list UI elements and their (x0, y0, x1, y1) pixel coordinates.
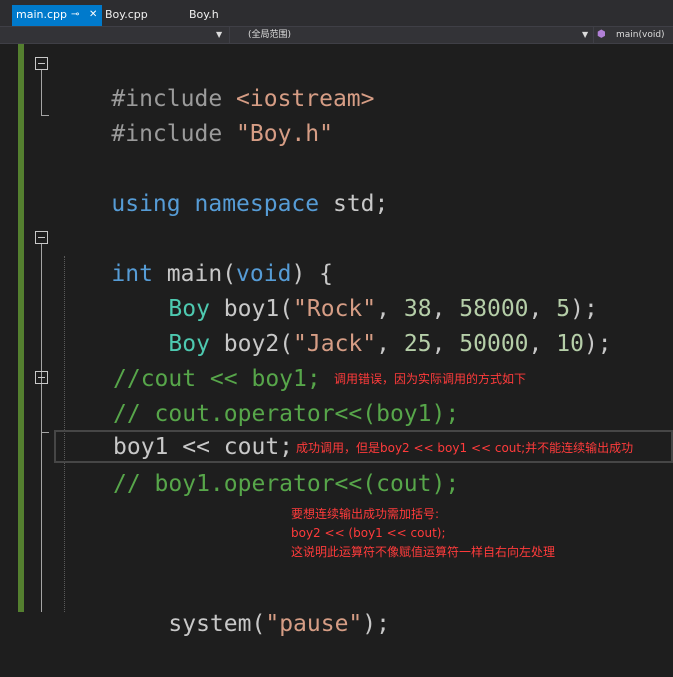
member-label: main(void) (616, 30, 665, 40)
code-line-comment-boy1-operator: // boy1.operator<<(cout); (113, 471, 460, 497)
tab-label: main.cpp (16, 8, 67, 21)
type-name: Boy (168, 331, 210, 357)
tab-main-cpp[interactable]: main.cpp ⊸ ✕ (12, 5, 102, 26)
annotation-example: boy2 << (boy1 << cout); (291, 526, 446, 540)
string-literal: "Jack" (293, 331, 377, 357)
code-line-system-pause: system("pause"); (113, 572, 390, 637)
fold-line (41, 244, 42, 612)
identifier: std; (332, 191, 389, 217)
keyword: namespace (194, 191, 320, 217)
punctuation: , (376, 331, 390, 357)
punctuation: ( (251, 611, 266, 637)
fold-toggle-icon[interactable] (35, 371, 48, 384)
punctuation: ( (279, 331, 294, 357)
fold-toggle-icon[interactable] (35, 57, 48, 70)
tab-boy-h[interactable]: Boy.h (189, 5, 249, 26)
punctuation: , (528, 331, 543, 357)
code-editor[interactable]: #include <iostream> #include "Boy.h" usi… (0, 44, 673, 637)
code-line-comment-cout: //cout << boy1; (113, 366, 321, 392)
tab-label: Boy.h (189, 8, 219, 21)
code-line-main: int main(void) { (56, 222, 333, 287)
tab-label: Boy.cpp (105, 8, 148, 21)
scope-label: (全局范围) (248, 30, 292, 40)
code-line-using: using namespace std; (56, 152, 388, 217)
change-indicator-bar (18, 44, 24, 612)
number-literal: 25 (403, 331, 432, 357)
annotation-associativity: 这说明此运算符不像赋值运算符一样自右向左处理 (291, 545, 556, 559)
tab-bar: main.cpp ⊸ ✕ Boy.cpp Boy.h (0, 0, 673, 26)
number-literal: 50000 (459, 331, 529, 357)
code-line-boy1: Boy boy1("Rock", 38, 58000, 5); (113, 257, 597, 322)
keyword: using (111, 191, 181, 217)
fold-line (41, 70, 42, 115)
close-icon[interactable]: ✕ (89, 5, 97, 25)
navigation-bar: ▼ (全局范围) ▼ ⬢ main(void) (0, 26, 673, 44)
chevron-down-icon: ▼ (216, 30, 223, 39)
annotation-call-error: 调用错误，因为实际调用的方式如下 (334, 372, 527, 386)
fold-line-end (41, 432, 49, 433)
code-line-include-iostream: #include <iostream> (56, 47, 374, 112)
annotation-parentheses: 要想连续输出成功需加括号: (291, 507, 440, 521)
code-line-include-boy: #include "Boy.h" (56, 82, 333, 147)
scope-dropdown[interactable]: (全局范围) ▼ (229, 27, 593, 43)
fold-toggle-icon[interactable] (35, 231, 48, 244)
tab-boy-cpp[interactable]: Boy.cpp (105, 5, 175, 26)
preprocessor-directive: #include (111, 121, 223, 147)
string-literal: "pause" (265, 611, 363, 637)
include-header: "Boy.h" (236, 121, 333, 147)
code-line-boy1-cout: boy1 << cout; (113, 434, 294, 460)
code-line-boy2: Boy boy2("Jack", 25, 50000, 10); (113, 292, 611, 357)
member-dropdown[interactable]: ⬢ main(void) (593, 27, 673, 43)
code-line-comment-operator: // cout.operator<<(boy1); (113, 401, 460, 427)
punctuation: , (431, 331, 446, 357)
function-name: system (168, 611, 252, 637)
chevron-down-icon: ▼ (582, 30, 589, 39)
identifier: boy2 (223, 331, 280, 357)
pin-icon[interactable]: ⊸ (71, 5, 79, 25)
method-icon: ⬢ (597, 29, 606, 40)
punctuation: ); (583, 331, 612, 357)
number-literal: 10 (556, 331, 584, 357)
fold-line-end (41, 115, 49, 116)
annotation-call-success: 成功调用，但是boy2 << boy1 << cout;并不能连续输出成功 (296, 441, 634, 455)
project-dropdown[interactable]: ▼ (0, 27, 228, 43)
punctuation: ); (362, 611, 390, 637)
